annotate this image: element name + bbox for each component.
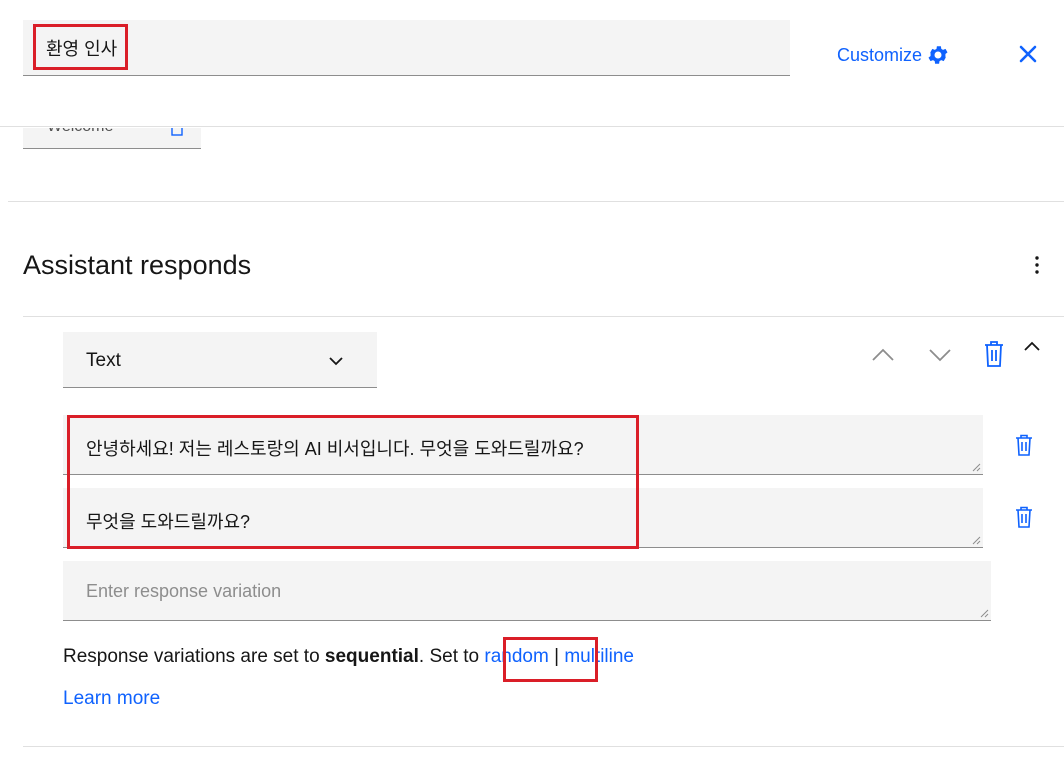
customize-button[interactable]: Customize (837, 43, 950, 67)
condition-value: Welcome (47, 128, 113, 136)
header-divider (0, 126, 1064, 127)
step-name-field[interactable] (23, 20, 790, 76)
overflow-menu-icon[interactable] (1028, 254, 1046, 276)
condition-field[interactable]: Welcome (23, 128, 201, 149)
note-prefix: Response variations are set to (63, 646, 325, 667)
collapse-icon[interactable] (1022, 338, 1042, 354)
highlight-variations-box (67, 415, 639, 549)
bottom-divider (23, 746, 1064, 747)
new-variation-input[interactable]: Enter response variation (63, 561, 991, 621)
section-divider (8, 201, 1064, 202)
response-type-value: Text (86, 350, 121, 371)
document-icon (171, 128, 183, 136)
note-mode: sequential (324, 646, 419, 667)
gear-icon (928, 46, 948, 64)
move-up-icon[interactable] (871, 345, 895, 365)
delete-variation-1-icon[interactable] (1014, 434, 1034, 456)
learn-more-link[interactable]: Learn more (63, 688, 160, 710)
response-type-dropdown[interactable]: Text (63, 332, 377, 388)
new-variation-placeholder: Enter response variation (86, 581, 282, 601)
note-mid: . Set to (418, 646, 485, 667)
highlight-random-box (503, 637, 598, 682)
close-icon[interactable] (1015, 41, 1041, 67)
delete-response-icon[interactable] (983, 340, 1005, 368)
move-down-icon[interactable] (928, 345, 952, 365)
resize-grip-icon[interactable] (971, 535, 981, 545)
resize-grip-icon[interactable] (979, 608, 989, 618)
assistant-responds-title: Assistant responds (23, 250, 252, 280)
customize-label: Customize (837, 44, 923, 65)
highlight-name-box (33, 24, 128, 70)
chevron-down-icon (329, 357, 343, 366)
responds-divider (23, 316, 1064, 317)
delete-variation-2-icon[interactable] (1014, 506, 1034, 528)
resize-grip-icon[interactable] (971, 462, 981, 472)
